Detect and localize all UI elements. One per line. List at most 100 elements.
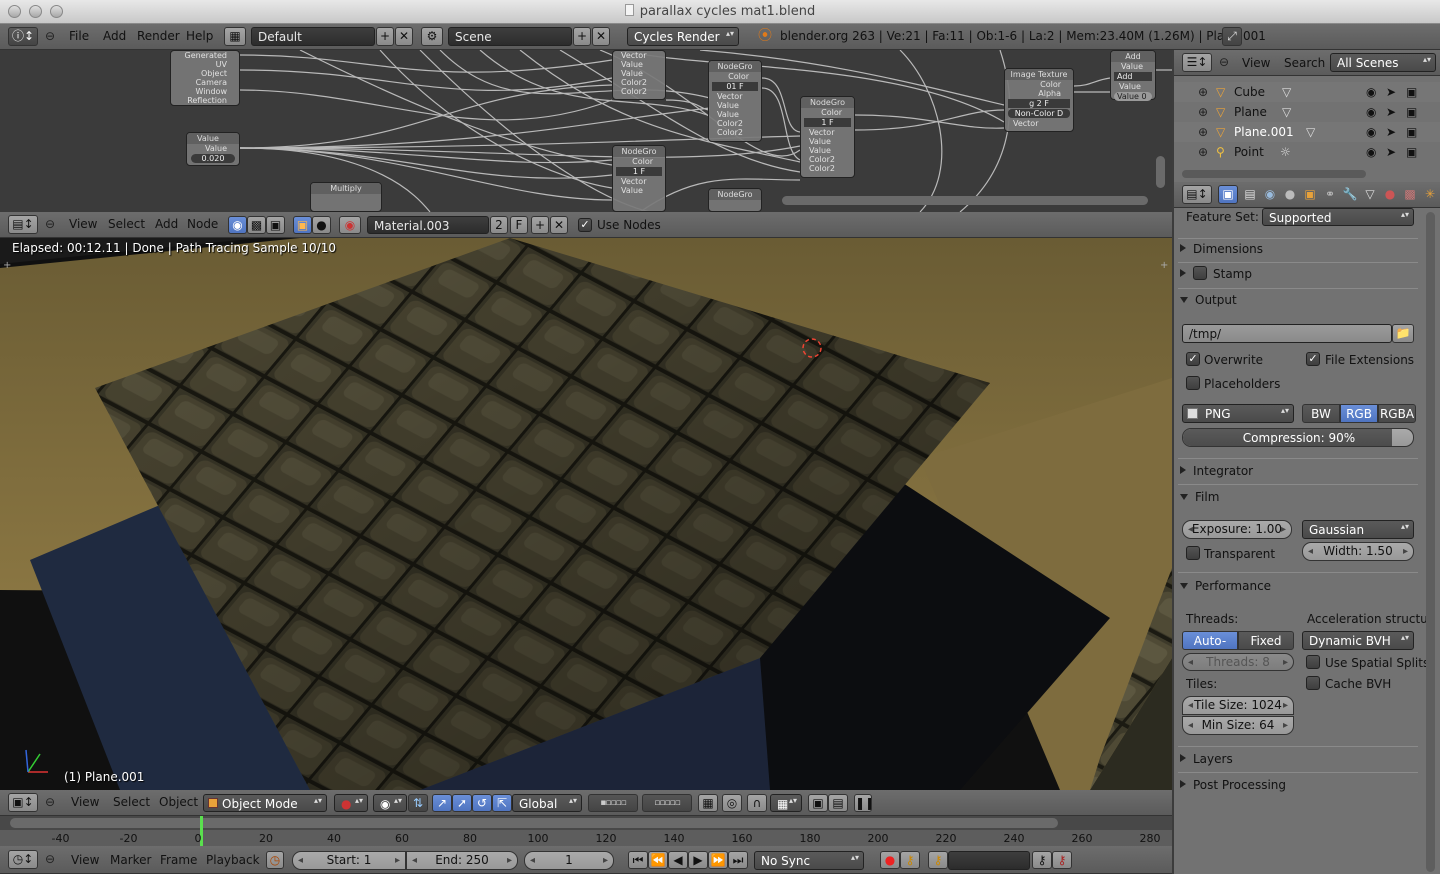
node-group-field[interactable]: 1 F	[804, 118, 851, 127]
menu-view[interactable]: View	[1242, 51, 1270, 75]
transparent-checkbox[interactable]	[1186, 546, 1200, 560]
node-group-field[interactable]: 1 F	[616, 167, 662, 176]
multiply-node[interactable]: Multiply	[310, 182, 382, 212]
threads-fixed[interactable]: Fixed	[1238, 631, 1294, 650]
render-animation-icon[interactable]: ▤	[828, 794, 848, 812]
expand-icon[interactable]: ⊕	[1198, 102, 1208, 122]
pause-icon[interactable]: ❚❚	[854, 794, 872, 812]
mesh-data-context-icon[interactable]: ▽	[1360, 184, 1380, 204]
node-value-field[interactable]: Value 0	[1114, 92, 1152, 101]
bvh-type-dropdown[interactable]: Dynamic BVH	[1302, 631, 1414, 650]
insert-keyframe-icon[interactable]: ⚷	[1032, 851, 1052, 869]
translate-manipulator-icon[interactable]: ↗	[432, 794, 452, 812]
menu-add[interactable]: Add	[155, 212, 178, 236]
filter-width-field[interactable]: Width: 1.50	[1302, 542, 1414, 561]
texture-coordinate-node[interactable]: Generated UV Object Camera Window Reflec…	[170, 50, 240, 106]
exposure-field[interactable]: Exposure: 1.00	[1182, 520, 1292, 539]
node-editor-canvas[interactable]: Generated UV Object Camera Window Reflec…	[0, 50, 1172, 212]
stamp-panel-header[interactable]: Stamp	[1180, 264, 1252, 284]
world-context-icon[interactable]: ●	[1280, 184, 1300, 204]
texture-context-icon[interactable]: ▩	[1400, 184, 1420, 204]
manipulator-toggle-icon[interactable]: ⇅	[408, 794, 428, 812]
outliner[interactable]: ⊕ ▽ Cube ▽ ◉ ➤ ▣ ⊕ ▽ Plane ▽ ◉ ➤ ▣ ⊕ ▽ P…	[1174, 76, 1440, 182]
play-reverse-icon[interactable]: ◀	[668, 851, 688, 869]
scene-context-icon[interactable]: ◉	[1260, 184, 1280, 204]
editor-type-3d-button[interactable]: ▣↕	[8, 793, 38, 812]
transform-orientation-dropdown[interactable]: Global	[512, 794, 582, 812]
material-users-count[interactable]: 2	[490, 216, 508, 234]
editor-type-node-button[interactable]: ▤↕	[8, 215, 38, 234]
snap-toggle-icon[interactable]: ∩	[747, 794, 767, 812]
renderable-camera-icon[interactable]: ▣	[1406, 142, 1417, 162]
menu-render[interactable]: Render	[137, 24, 180, 48]
menu-view[interactable]: View	[71, 848, 99, 872]
pixel-filter-dropdown[interactable]: Gaussian	[1302, 520, 1414, 539]
outliner-display-dropdown[interactable]: All Scenes	[1330, 53, 1436, 72]
outliner-row-point[interactable]: ⊕ ⚲ Point ☼ ◉ ➤ ▣	[1174, 142, 1440, 162]
threads-auto-detect[interactable]: Auto-detec	[1182, 631, 1238, 650]
keying-set-icon[interactable]: ⚷	[900, 851, 920, 869]
material-icon[interactable]: ◉	[339, 216, 361, 234]
object-name[interactable]: Cube	[1234, 82, 1265, 102]
viewport-shading-dropdown[interactable]: ●	[334, 794, 368, 812]
overwrite-checkbox[interactable]: ✓	[1186, 352, 1200, 366]
node-group-1[interactable]: NodeGro Color 01 F Vector Value Value Co…	[708, 60, 762, 142]
jump-start-icon[interactable]: ⏮	[628, 851, 648, 869]
screen-layout-field[interactable]: Default	[251, 27, 375, 46]
collapse-menu-icon[interactable]: ⊖	[42, 214, 58, 234]
material-context-icon[interactable]: ●	[1380, 184, 1400, 204]
render-engine-dropdown[interactable]: Cycles Render	[627, 27, 739, 46]
menu-file[interactable]: File	[69, 24, 89, 48]
node-group-4[interactable]: NodeGro	[708, 188, 762, 212]
object-name[interactable]: Plane	[1234, 102, 1267, 122]
color-mode-rgba[interactable]: RGBA	[1378, 404, 1416, 423]
editor-type-info-button[interactable]: ⓘ↕	[8, 27, 38, 46]
menu-view[interactable]: View	[69, 212, 97, 236]
jump-keyframe-back-icon[interactable]: ⏪	[648, 851, 668, 869]
screen-layout-icon[interactable]: ▦	[224, 27, 246, 46]
image-texture-node[interactable]: Image Texture Color Alpha g 2 F Non-Colo…	[1004, 68, 1074, 132]
collapse-menu-icon[interactable]: ⊖	[1216, 52, 1232, 72]
feature-set-dropdown[interactable]: Supported	[1262, 208, 1414, 226]
menu-playback[interactable]: Playback	[206, 848, 260, 872]
compositing-nodes-icon[interactable]: ▣	[266, 216, 285, 234]
menu-select[interactable]: Select	[113, 790, 150, 814]
layer-buttons-2[interactable]: ▫▫▫▫▫	[642, 794, 692, 812]
pivot-point-dropdown[interactable]: ◉	[373, 794, 407, 812]
start-frame-field[interactable]: Start: 1	[292, 851, 406, 870]
object-name[interactable]: Point	[1234, 142, 1264, 162]
menu-add[interactable]: Add	[103, 24, 126, 48]
region-plus-right-icon[interactable]: +	[1160, 260, 1168, 271]
object-name[interactable]: Plane.001	[1234, 122, 1294, 142]
selectable-cursor-icon[interactable]: ➤	[1386, 82, 1396, 102]
delete-layout-button[interactable]: ✕	[395, 27, 413, 46]
folder-browse-icon[interactable]: 📁	[1392, 324, 1414, 343]
preview-range-icon[interactable]: ◷	[266, 851, 284, 869]
render-layers-icon[interactable]: ▤	[1240, 184, 1260, 204]
use-nodes-checkbox[interactable]: ✓	[578, 218, 592, 232]
add-scene-button[interactable]: +	[573, 27, 591, 46]
scene-field[interactable]: Scene	[448, 27, 572, 46]
expand-icon[interactable]: ⊕	[1198, 142, 1208, 162]
color-mode-bw[interactable]: BW	[1302, 404, 1340, 423]
scene-icon[interactable]: ⚙	[421, 27, 443, 46]
timeline-scrollbar[interactable]	[10, 818, 1058, 828]
min-size-field[interactable]: Min Size: 64	[1182, 716, 1294, 735]
selectable-cursor-icon[interactable]: ➤	[1386, 142, 1396, 162]
collapse-menu-icon[interactable]: ⊖	[42, 26, 58, 46]
editor-type-timeline-button[interactable]: ◷↕	[8, 850, 38, 869]
current-frame-field[interactable]: 1	[524, 851, 614, 870]
expand-icon[interactable]: ⊕	[1198, 122, 1208, 142]
node-group-3[interactable]: NodeGro Color 1 F Vector Value	[612, 145, 666, 212]
mesh-data-icon[interactable]: ▽	[1282, 82, 1291, 102]
modifiers-context-icon[interactable]: 🔧	[1340, 184, 1360, 204]
lamp-data-icon[interactable]: ☼	[1280, 142, 1291, 162]
renderable-camera-icon[interactable]: ▣	[1406, 122, 1417, 142]
renderable-camera-icon[interactable]: ▣	[1406, 102, 1417, 122]
outliner-row-cube[interactable]: ⊕ ▽ Cube ▽ ◉ ➤ ▣	[1174, 82, 1440, 102]
object-context-icon[interactable]: ▣	[1300, 184, 1320, 204]
jump-end-icon[interactable]: ⏭	[728, 851, 748, 869]
lock-camera-icon[interactable]: ▦	[698, 794, 718, 812]
stamp-checkbox[interactable]	[1193, 266, 1207, 280]
outliner-row-plane001[interactable]: ⊕ ▽ Plane.001 ▽ ◉ ➤ ▣	[1174, 122, 1440, 142]
